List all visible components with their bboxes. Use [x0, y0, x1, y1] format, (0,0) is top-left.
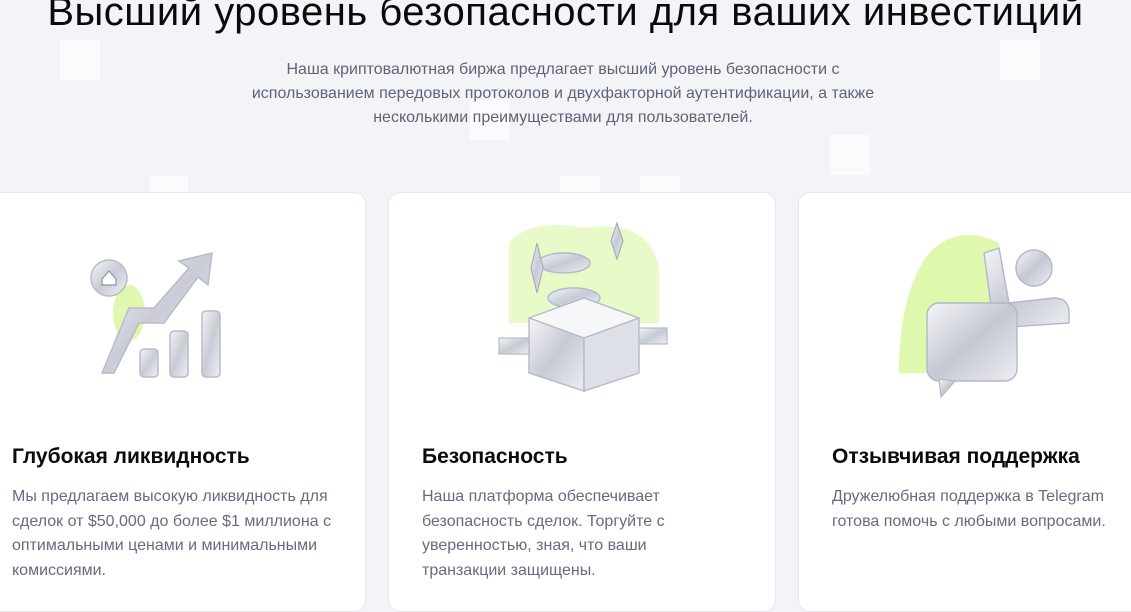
feature-description: Мы предлагаем высокую ликвидность для сд…: [12, 488, 331, 579]
page-subtitle: Наша криптовалютная биржа предлагает выс…: [251, 61, 875, 126]
support-chat-icon: [899, 213, 1099, 408]
secure-box-icon: [489, 213, 679, 403]
feature-title: Отзывчивая поддержка: [832, 445, 1080, 468]
feature-card-liquidity: Глубокая ликвидность Мы предлагаем высок…: [0, 192, 366, 612]
growth-chart-icon: [84, 213, 254, 398]
feature-title: Безопасность: [422, 445, 568, 468]
feature-card-security: Безопасность Наша платформа обеспечивает…: [388, 192, 776, 612]
page-title: Высший уровень безопасности для ваших ин…: [47, 0, 1084, 34]
feature-description: Дружелюбная поддержка в Telegram готова …: [832, 488, 1106, 530]
feature-description: Наша платформа обеспечивает безопасность…: [422, 488, 665, 579]
feature-title: Глубокая ликвидность: [12, 445, 250, 468]
feature-card-support: Отзывчивая поддержка Дружелюбная поддерж…: [798, 192, 1131, 612]
